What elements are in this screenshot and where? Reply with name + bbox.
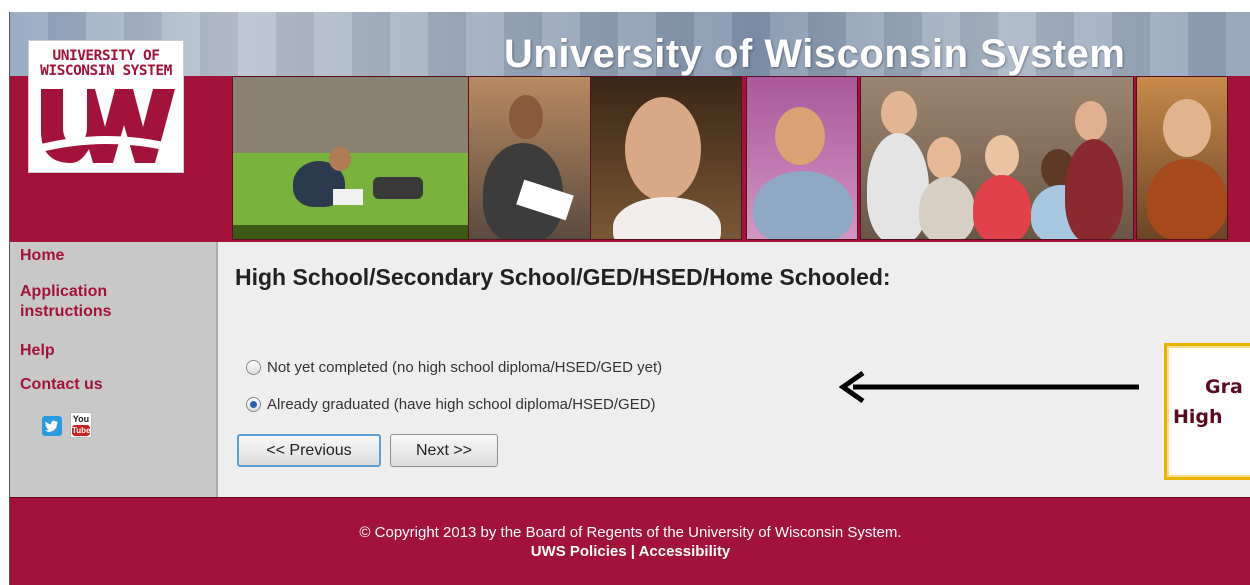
site-footer: © Copyright 2013 by the Board of Regents… xyxy=(10,497,1250,585)
sidebar-item-home[interactable]: Home xyxy=(20,246,64,266)
youtube-label-top: You xyxy=(72,414,90,424)
option-not-yet-completed[interactable]: Not yet completed (no high school diplom… xyxy=(246,359,662,376)
youtube-label-bottom: Tube xyxy=(72,425,91,436)
banner-photo-student-group xyxy=(860,76,1134,240)
uw-logo-mark xyxy=(37,89,177,163)
callout-line1: Gra xyxy=(1205,376,1243,398)
option-label-not-yet-completed: Not yet completed (no high school diplom… xyxy=(267,359,663,376)
logo-text-line1: UNIVERSITY OF xyxy=(52,48,161,64)
sidebar: Home Application instructions Help Conta… xyxy=(10,242,218,497)
footer-link-separator: | xyxy=(626,543,639,560)
page-title: High School/Secondary School/GED/HSED/Ho… xyxy=(235,264,891,290)
copyright-text: © Copyright 2013 by the Board of Regents… xyxy=(359,524,902,541)
radio-not-yet-completed[interactable] xyxy=(246,360,261,375)
radio-already-graduated[interactable] xyxy=(246,397,261,412)
footer-links: UWS Policies | Accessibility xyxy=(10,543,1250,560)
previous-button[interactable]: << Previous xyxy=(237,434,381,467)
banner-photo-smiling-student xyxy=(590,76,742,240)
uws-policies-link[interactable]: UWS Policies xyxy=(531,543,627,560)
option-label-already-graduated: Already graduated (have high school dipl… xyxy=(267,396,656,413)
banner-photo-older-woman xyxy=(1136,76,1228,240)
accessibility-link[interactable]: Accessibility xyxy=(639,543,731,560)
banner-photo-lawn-student xyxy=(232,76,470,240)
option-already-graduated[interactable]: Already graduated (have high school dipl… xyxy=(246,396,656,413)
uw-system-logo[interactable]: UNIVERSITY OF WISCONSIN SYSTEM xyxy=(28,40,184,173)
annotation-callout: Gra High xyxy=(1164,343,1250,480)
banner-photo-asian-student xyxy=(746,76,858,240)
twitter-icon[interactable] xyxy=(42,416,62,436)
next-button[interactable]: Next >> xyxy=(390,434,498,467)
site-header: University of Wisconsin System UNIVERSIT… xyxy=(10,12,1250,242)
sidebar-item-contact-us[interactable]: Contact us xyxy=(20,375,103,395)
annotation-arrow-icon xyxy=(839,370,1139,404)
browser-viewport: University of Wisconsin System UNIVERSIT… xyxy=(9,12,1250,585)
banner-photo-phone-student xyxy=(468,76,592,240)
sidebar-item-application-instructions[interactable]: Application instructions xyxy=(20,282,160,322)
logo-text-line2: WISCONSIN SYSTEM xyxy=(40,63,172,79)
youtube-icon[interactable]: You Tube xyxy=(70,412,92,438)
sidebar-item-help[interactable]: Help xyxy=(20,341,55,361)
callout-line2: High xyxy=(1173,406,1223,428)
site-title: University of Wisconsin System xyxy=(504,32,1126,76)
main-content: High School/Secondary School/GED/HSED/Ho… xyxy=(220,242,1250,497)
